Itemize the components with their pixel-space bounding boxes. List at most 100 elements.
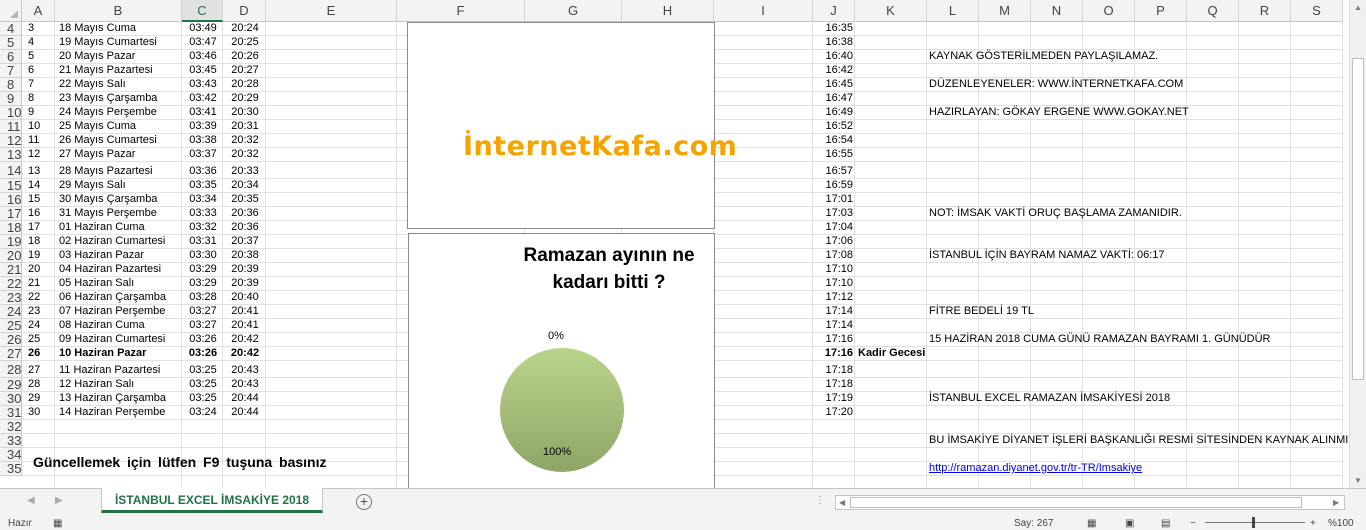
scroll-down-icon[interactable]: ▼: [1354, 476, 1362, 485]
row-header[interactable]: 23: [0, 291, 22, 305]
normal-view-icon[interactable]: ▦: [1087, 518, 1096, 529]
row-header[interactable]: 4: [0, 22, 22, 36]
cell-imsak: 03:29: [189, 263, 217, 275]
cell-time-remaining: 16:55: [825, 148, 853, 160]
cell-time-remaining: 16:40: [825, 50, 853, 62]
column-header-q[interactable]: Q: [1187, 0, 1239, 22]
zoom-in-icon[interactable]: +: [1310, 518, 1316, 529]
select-all-corner[interactable]: [0, 0, 22, 22]
column-header-l[interactable]: L: [927, 0, 979, 22]
row-header[interactable]: 28: [0, 361, 22, 378]
row-header[interactable]: 12: [0, 134, 22, 148]
add-sheet-icon[interactable]: +: [356, 494, 372, 510]
column-header-o[interactable]: O: [1083, 0, 1135, 22]
zoom-level[interactable]: %100: [1328, 518, 1354, 529]
scroll-up-icon[interactable]: ▲: [1354, 3, 1362, 12]
row-header[interactable]: 14: [0, 162, 22, 179]
cell-imsak: 03:34: [189, 193, 217, 205]
row-header[interactable]: 9: [0, 92, 22, 106]
row-header[interactable]: 24: [0, 305, 22, 319]
row-header[interactable]: 15: [0, 179, 22, 193]
spreadsheet-grid[interactable]: ABCDEFGHIJKLMNOPQRS 4 5 6 7 8 9 10 11 12 13 14 15 16…: [0, 0, 1349, 488]
cell-imsak: 03:37: [189, 148, 217, 160]
row-header[interactable]: 17: [0, 207, 22, 221]
zoom-out-icon[interactable]: −: [1190, 518, 1196, 529]
column-header-c[interactable]: C: [182, 0, 223, 22]
row-header[interactable]: 21: [0, 263, 22, 277]
column-header-p[interactable]: P: [1135, 0, 1187, 22]
page-break-icon[interactable]: ▤: [1161, 518, 1170, 529]
row-header[interactable]: 35: [0, 462, 22, 476]
column-header-e[interactable]: E: [266, 0, 397, 22]
row-header[interactable]: 10: [0, 106, 22, 120]
cell-iftar: 20:31: [231, 120, 259, 132]
row-header[interactable]: 26: [0, 333, 22, 347]
cell-day-number: 3: [28, 22, 35, 34]
column-header-a[interactable]: A: [22, 0, 55, 22]
column-header-r[interactable]: R: [1239, 0, 1291, 22]
row-header[interactable]: 8: [0, 78, 22, 92]
row-header[interactable]: 11: [0, 120, 22, 134]
scroll-left-icon[interactable]: ◀: [839, 498, 845, 507]
column-header-k[interactable]: K: [855, 0, 927, 22]
row-header[interactable]: 5: [0, 36, 22, 50]
cell-day-number: 26: [28, 347, 41, 359]
vertical-scrollbar[interactable]: ▲ ▼: [1349, 0, 1366, 488]
column-header-h[interactable]: H: [622, 0, 714, 22]
row-header[interactable]: 7: [0, 64, 22, 78]
row-header[interactable]: 32: [0, 420, 22, 434]
horizontal-scroll-thumb[interactable]: [850, 497, 1302, 508]
diyanet-link[interactable]: http://ramazan.diyanet.gov.tr/tr-TR/Imsa…: [929, 462, 1142, 475]
vertical-scroll-thumb[interactable]: [1352, 58, 1364, 380]
pie-chart[interactable]: Ramazan ayının ne kadarı bitti ? 0% 100%: [408, 233, 715, 488]
macro-record-icon[interactable]: ▦: [53, 518, 62, 529]
row-header[interactable]: 16: [0, 193, 22, 207]
column-gridline: [926, 22, 927, 488]
column-header-b[interactable]: B: [55, 0, 182, 22]
cell-day-number: 20: [28, 263, 41, 275]
row-header[interactable]: 27: [0, 347, 22, 361]
column-header-m[interactable]: M: [979, 0, 1031, 22]
row-header[interactable]: 33: [0, 434, 22, 448]
cell-day-number: 16: [28, 207, 41, 219]
cell-imsak: 03:46: [189, 50, 217, 62]
scroll-right-icon[interactable]: ▶: [1333, 498, 1339, 507]
cell-iftar: 20:36: [231, 207, 259, 219]
cell-iftar: 20:35: [231, 193, 259, 205]
row-header[interactable]: 18: [0, 221, 22, 235]
cell-time-remaining: 17:20: [825, 406, 853, 418]
row-header[interactable]: 25: [0, 319, 22, 333]
row-header[interactable]: 30: [0, 392, 22, 406]
row-header[interactable]: 22: [0, 277, 22, 291]
row-header[interactable]: 20: [0, 249, 22, 263]
cell-day-number: 13: [28, 165, 41, 177]
cell-time-remaining: 17:10: [825, 277, 853, 289]
column-header-n[interactable]: N: [1031, 0, 1083, 22]
logo-chart[interactable]: İnternetKafa.com: [407, 22, 737, 229]
row-header[interactable]: 31: [0, 406, 22, 420]
next-sheet-icon[interactable]: ▶: [55, 495, 63, 506]
row-header[interactable]: 19: [0, 235, 22, 249]
zoom-slider-thumb[interactable]: [1252, 517, 1255, 528]
column-header-d[interactable]: D: [223, 0, 266, 22]
cell-imsak: 03:24: [189, 406, 217, 418]
horizontal-scrollbar[interactable]: ◀ ▶: [835, 495, 1345, 510]
sheet-tab-istanbul[interactable]: İSTANBUL EXCEL İMSAKİYE 2018: [101, 488, 323, 513]
column-header-i[interactable]: I: [714, 0, 813, 22]
cell-iftar: 20:36: [231, 221, 259, 233]
prev-sheet-icon[interactable]: ◀: [27, 495, 35, 506]
column-header-j[interactable]: J: [813, 0, 855, 22]
page-layout-icon[interactable]: ▣: [1125, 518, 1134, 529]
cell-info: KAYNAK GÖSTERİLMEDEN PAYLAŞILAMAZ.: [929, 50, 1159, 62]
tab-splitter-icon[interactable]: ⋮: [815, 495, 825, 506]
column-header-f[interactable]: F: [397, 0, 525, 22]
row-header[interactable]: 13: [0, 148, 22, 162]
row-header[interactable]: 6: [0, 50, 22, 64]
cell-day-number: 21: [28, 277, 41, 289]
column-header-s[interactable]: S: [1291, 0, 1343, 22]
row-header[interactable]: 29: [0, 378, 22, 392]
row-header[interactable]: 34: [0, 448, 22, 462]
cell-imsak: 03:26: [189, 333, 217, 345]
zoom-slider[interactable]: [1205, 522, 1305, 523]
column-header-g[interactable]: G: [525, 0, 622, 22]
